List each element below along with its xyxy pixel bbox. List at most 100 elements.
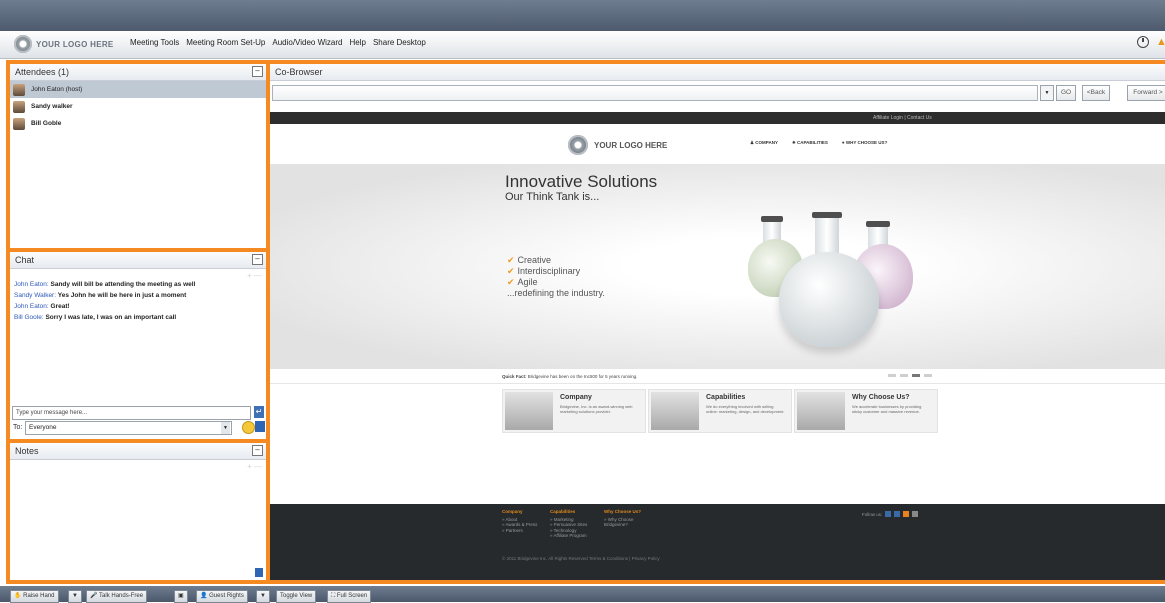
site-nav-company[interactable]: ♟ COMPANY	[750, 140, 778, 146]
footer-link[interactable]: » Awards & Press	[502, 522, 537, 528]
hero-subtitle: Our Think Tank is...	[505, 191, 600, 203]
facebook-icon[interactable]	[894, 511, 901, 517]
gears-image	[651, 392, 699, 430]
quick-fact-text: Bridgevine has been on the Inc500 for 5 …	[527, 374, 638, 379]
feature-card-why[interactable]: Why Choose Us? We accelerate businesses …	[794, 389, 938, 433]
attendees-minimize-button[interactable]: –	[252, 66, 263, 77]
avatar	[13, 117, 25, 130]
card-text: We accelerate businesses by providing st…	[852, 404, 922, 414]
hero-banner	[270, 164, 1165, 369]
site-logo[interactable]: YOUR LOGO HERE	[568, 135, 667, 155]
footer-heading[interactable]: Capabilities	[550, 509, 587, 515]
full-screen-label: Full Screen	[336, 593, 368, 599]
recipient-value: Everyone	[29, 424, 57, 431]
camera-button[interactable]: ▣	[174, 590, 188, 603]
quick-fact-bar	[270, 369, 1165, 384]
microphone-icon: 🎤	[90, 593, 100, 599]
menu-share-desktop[interactable]: Share Desktop	[373, 38, 426, 47]
chat-panel: Chat – + — John Eaton: Sandy will bill b…	[10, 252, 266, 439]
feature-card-capabilities[interactable]: Capabilities We do everything involved w…	[648, 389, 792, 433]
check-icon: ✔	[507, 277, 515, 287]
flask-cork	[812, 212, 842, 218]
site-nav-why[interactable]: ● WHY CHOOSE US?	[842, 140, 887, 146]
notes-minimize-button[interactable]: –	[252, 445, 263, 456]
talk-hands-free-button[interactable]: 🎤 Talk Hands-Free	[86, 590, 148, 603]
site-header	[270, 124, 1165, 164]
menu-help[interactable]: Help	[350, 38, 366, 47]
chat-author: Bill Goole:	[14, 314, 44, 321]
emoticon-icon[interactable]	[242, 421, 255, 434]
chat-author: John Eaton:	[14, 281, 49, 288]
site-nav-label: WHY CHOOSE US?	[845, 140, 888, 145]
chat-zoom-icons[interactable]: + —	[247, 271, 262, 280]
attendee-name: John Eaton (host)	[31, 86, 83, 93]
notes-title: Notes	[15, 446, 39, 456]
footer-link[interactable]: » Persuasive Sites	[550, 522, 587, 528]
card-title: Why Choose Us?	[852, 394, 910, 401]
site-footer: Company » About » Awards & Press » Partn…	[270, 504, 1165, 580]
card-title: Company	[560, 394, 592, 401]
send-message-button[interactable]: ↵	[254, 406, 264, 418]
attendees-panel: Attendees (1) – John Eaton (host) Sandy …	[10, 64, 266, 248]
twitter-icon[interactable]	[885, 511, 892, 517]
site-logo-text: YOUR LOGO HERE	[594, 140, 668, 150]
raise-hand-button[interactable]: ✋ Raise Hand	[10, 590, 59, 603]
clock-icon[interactable]	[1137, 36, 1149, 48]
site-nav-capabilities[interactable]: ✷ CAPABILITIES	[792, 140, 828, 146]
slide-dot[interactable]	[888, 374, 896, 377]
slide-dot-active[interactable]	[912, 374, 920, 377]
recipient-select[interactable]: Everyone	[25, 421, 232, 435]
chat-message-input[interactable]: Type your message here...	[12, 406, 251, 420]
footer-link[interactable]: » Partners	[502, 528, 537, 534]
hero-list-item: ✔ Agile	[507, 277, 538, 288]
attendee-row[interactable]: Bill Goble	[10, 115, 266, 132]
check-icon: ✔	[507, 266, 515, 276]
rss-icon[interactable]	[903, 511, 910, 517]
url-input[interactable]	[272, 85, 1038, 101]
menu-meeting-room-setup[interactable]: Meeting Room Set-Up	[186, 38, 265, 47]
shared-web-page[interactable]: Affiliate Login | Contact Us YOUR LOGO H…	[270, 112, 1165, 580]
slide-dot[interactable]	[900, 374, 908, 377]
chat-message: Sandy Walker: Yes John he will be here i…	[14, 292, 266, 299]
feature-card-company[interactable]: Company Bridgevine, Inc. is an award-win…	[502, 389, 646, 433]
url-history-dropdown[interactable]: ▼	[1040, 85, 1054, 101]
raise-hand-label: Raise Hand	[23, 593, 55, 599]
back-button[interactable]: <Back	[1082, 85, 1110, 101]
chat-minimize-button[interactable]: –	[252, 254, 263, 265]
go-button[interactable]: GO	[1056, 85, 1076, 101]
guest-rights-dropdown[interactable]: ▼	[256, 590, 270, 603]
save-notes-icon[interactable]	[255, 568, 263, 577]
footer-heading[interactable]: Company	[502, 509, 537, 515]
site-top-links[interactable]: Affiliate Login | Contact Us	[873, 115, 932, 121]
menu-audio-video-wizard[interactable]: Audio/Video Wizard	[272, 38, 342, 47]
team-photo-image	[505, 392, 553, 430]
footer-col-company: Company » About » Awards & Press » Partn…	[502, 509, 537, 533]
flask-neck	[815, 216, 839, 256]
quick-fact: Quick Fact: Bridgevine has been on the I…	[502, 374, 637, 379]
site-logo-gear-icon	[568, 135, 588, 155]
attendee-row[interactable]: Sandy walker	[10, 98, 266, 115]
attendees-header: Attendees (1) –	[10, 64, 266, 81]
footer-heading[interactable]: Why Choose Us?	[604, 509, 641, 515]
menu-meeting-tools[interactable]: Meeting Tools	[130, 38, 179, 47]
notes-header: Notes –	[10, 443, 266, 460]
notes-zoom-icons[interactable]: + —	[247, 462, 262, 471]
forward-button[interactable]: Forward >	[1127, 85, 1165, 101]
footer-link[interactable]: Bridgevine?	[604, 522, 641, 528]
user-icon: 👤	[200, 593, 210, 599]
alert-icon[interactable]: ▲	[1156, 36, 1165, 48]
footer-link[interactable]: » Affiliate Program	[550, 533, 587, 539]
site-nav-label: CAPABILITIES	[797, 140, 828, 145]
toggle-view-button[interactable]: Toggle View	[276, 590, 317, 603]
save-chat-icon[interactable]	[255, 421, 265, 432]
guest-rights-button[interactable]: 👤 Guest Rights	[196, 590, 248, 603]
share-icon[interactable]	[912, 511, 919, 517]
talk-label: Talk Hands-Free	[99, 593, 144, 599]
flask-cork	[761, 216, 783, 222]
attendee-row[interactable]: John Eaton (host)	[10, 81, 266, 98]
raise-hand-dropdown[interactable]: ▼	[68, 590, 82, 603]
site-nav-label: COMPANY	[755, 140, 778, 145]
card-text: Bridgevine, Inc. is an award-winning web…	[560, 404, 633, 414]
full-screen-button[interactable]: ⛶ Full Screen	[327, 590, 372, 603]
slide-dot[interactable]	[924, 374, 932, 377]
